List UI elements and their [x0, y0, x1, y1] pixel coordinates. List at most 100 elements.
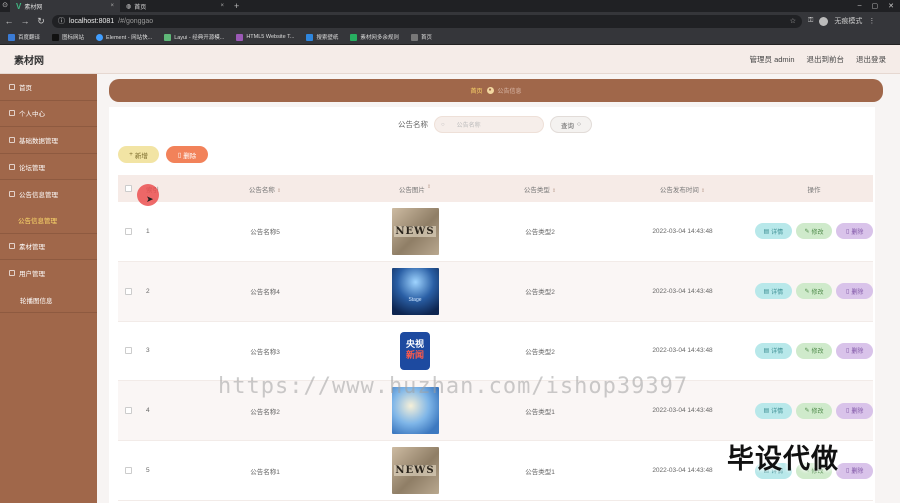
- sort-icon[interactable]: ⇕: [427, 184, 431, 194]
- table-header: 索引 公告名称⇕ 公告图片⇕ 公告类型⇕ 公告发布时间⇕ 操作: [118, 175, 873, 202]
- sidebar-item-announcement[interactable]: 公告信息管理: [0, 180, 97, 207]
- search-form: 公告名称 ○ 公告名称 查询 ○: [398, 116, 592, 133]
- trash-icon: ▯: [846, 348, 850, 355]
- reload-icon[interactable]: ↻: [36, 16, 46, 27]
- detail-button[interactable]: ▤ 详情: [754, 402, 792, 419]
- add-button[interactable]: + 新增: [118, 146, 159, 163]
- sidebar-subitem-announcement-list[interactable]: 公告信息管理: [0, 207, 97, 234]
- bookmark-favicon-icon: [8, 33, 15, 41]
- search-label: 公告名称: [398, 120, 428, 129]
- bookmark-item[interactable]: 搜索壁纸: [306, 33, 338, 41]
- announcement-image[interactable]: Stage: [391, 267, 439, 315]
- delete-button[interactable]: ▯ 删除: [836, 402, 873, 419]
- bookmark-item[interactable]: Layui - 经典开源模...: [164, 33, 224, 41]
- delete-button[interactable]: ▯ 删除: [836, 462, 873, 479]
- browser-menu-icon[interactable]: ⊙: [0, 1, 10, 11]
- breadcrumb-home[interactable]: 首页: [470, 86, 482, 95]
- browser-tab-active[interactable]: V 素材网 ×: [10, 0, 120, 12]
- announcement-image[interactable]: NEWS: [391, 447, 439, 495]
- bookmark-favicon-icon: [350, 33, 358, 41]
- bookmark-item[interactable]: 百度翻译: [8, 33, 40, 41]
- edit-button[interactable]: ✎ 修改: [795, 283, 833, 300]
- search-icon: ○: [577, 121, 581, 128]
- sidebar-item-profile[interactable]: 个人中心: [0, 101, 97, 128]
- bookmark-item[interactable]: 首页: [410, 33, 432, 41]
- detail-icon: ▤: [763, 288, 770, 295]
- back-to-frontend-link[interactable]: 退出到前台: [807, 54, 845, 65]
- close-tab-icon[interactable]: ×: [220, 3, 224, 9]
- edit-button[interactable]: ✎ 修改: [795, 402, 833, 419]
- browser-extensions: ⚿ 无痕模式 ⋮: [808, 16, 875, 26]
- row-index: 3: [146, 347, 150, 355]
- minimize-icon[interactable]: –: [858, 2, 862, 10]
- breadcrumb-current: 公告信息: [497, 89, 522, 95]
- sidebar-item-users[interactable]: 用户管理: [0, 260, 97, 287]
- row-time: 2022-03-04 14:43:48: [652, 227, 713, 235]
- sort-icon[interactable]: ⇕: [552, 188, 556, 194]
- bookmark-item[interactable]: HTML5 Website T...: [236, 33, 294, 41]
- close-tab-icon[interactable]: ×: [110, 3, 114, 9]
- bookmark-item[interactable]: 素材网多余规则: [350, 33, 399, 41]
- edit-button[interactable]: ✎ 修改: [795, 342, 833, 359]
- search-button[interactable]: 查询 ○: [550, 116, 592, 133]
- search-input[interactable]: ○ 公告名称: [434, 116, 544, 133]
- data-icon: [9, 136, 15, 143]
- row-name: 公告名称2: [250, 408, 280, 416]
- detail-button[interactable]: ▤ 详情: [754, 342, 792, 359]
- sort-icon[interactable]: ⇕: [277, 188, 281, 194]
- bookmark-favicon-icon: [410, 33, 418, 41]
- profile-label[interactable]: 无痕模式: [834, 16, 862, 26]
- bookmark-favicon-icon: [306, 33, 314, 41]
- batch-delete-button[interactable]: ▯ 删除: [166, 146, 208, 163]
- row-checkbox[interactable]: [124, 407, 132, 415]
- bookmark-favicon-icon: [164, 33, 172, 41]
- search-icon: ○: [441, 121, 445, 128]
- column-header-name[interactable]: 公告名称 ⇕: [170, 184, 360, 194]
- more-menu-icon[interactable]: ⋮: [868, 17, 875, 25]
- plus-icon: +: [129, 151, 133, 158]
- forward-arrow-icon[interactable]: →: [20, 16, 30, 26]
- row-checkbox[interactable]: [124, 287, 132, 295]
- admin-user-label: 管理员 admin: [749, 54, 795, 64]
- edit-button[interactable]: ✎ 修改: [795, 223, 833, 240]
- sidebar-item-forum[interactable]: 论坛管理: [0, 154, 97, 181]
- back-arrow-icon[interactable]: ←: [4, 16, 14, 26]
- new-tab-icon[interactable]: +: [234, 1, 239, 11]
- sidebar-item-carousel[interactable]: 轮播图信息: [0, 287, 97, 314]
- sort-icon[interactable]: ⇕: [701, 188, 705, 194]
- column-header-type[interactable]: 公告类型 ⇕: [470, 184, 610, 194]
- announcement-image[interactable]: 央视 新闻: [391, 327, 439, 375]
- close-window-icon[interactable]: ✕: [888, 2, 894, 10]
- row-time: 2022-03-04 14:43:48: [652, 287, 713, 295]
- detail-button[interactable]: ▤ 详情: [754, 223, 792, 240]
- mouse-cursor-icon: ➤: [146, 194, 154, 204]
- bookmark-item[interactable]: Element - 网站快...: [96, 33, 152, 41]
- delete-button[interactable]: ▯ 删除: [836, 342, 873, 359]
- row-checkbox[interactable]: [124, 467, 132, 475]
- bookmark-favicon-icon: [236, 33, 244, 41]
- column-header-time[interactable]: 公告发布时间 ⇕: [610, 184, 755, 194]
- delete-button[interactable]: ▯ 删除: [836, 283, 873, 300]
- column-header-image[interactable]: 公告图片 ⇕: [360, 184, 470, 194]
- announcement-image[interactable]: NEWS: [391, 207, 439, 255]
- header-links: 管理员 admin 退出到前台 退出登录: [749, 54, 886, 65]
- globe-icon: ◍: [126, 3, 132, 10]
- select-all-checkbox[interactable]: [124, 185, 132, 192]
- bookmark-star-icon[interactable]: ☆: [790, 17, 796, 25]
- sidebar-item-basic-data[interactable]: 基础数据管理: [0, 127, 97, 154]
- delete-button[interactable]: ▯ 删除: [836, 223, 873, 240]
- sidebar-item-material[interactable]: 素材管理: [0, 234, 97, 261]
- browser-tab-title: 首页: [134, 4, 147, 11]
- detail-button[interactable]: ▤ 详情: [754, 283, 792, 300]
- trash-icon: ▯: [846, 228, 850, 235]
- logout-link[interactable]: 退出登录: [856, 54, 886, 65]
- sidebar-item-home[interactable]: 首页: [0, 74, 97, 101]
- key-icon[interactable]: ⚿: [808, 17, 813, 25]
- row-checkbox[interactable]: [124, 227, 132, 235]
- row-checkbox[interactable]: [124, 347, 132, 355]
- browser-tab[interactable]: ◍ 首页 ×: [120, 0, 230, 12]
- bookmark-item[interactable]: 图标网站: [52, 33, 84, 41]
- address-bar[interactable]: ⓘ localhost:8081/#/gonggao ☆: [52, 14, 802, 28]
- maximize-icon[interactable]: ▢: [872, 2, 879, 10]
- pencil-icon: ✎: [804, 408, 810, 415]
